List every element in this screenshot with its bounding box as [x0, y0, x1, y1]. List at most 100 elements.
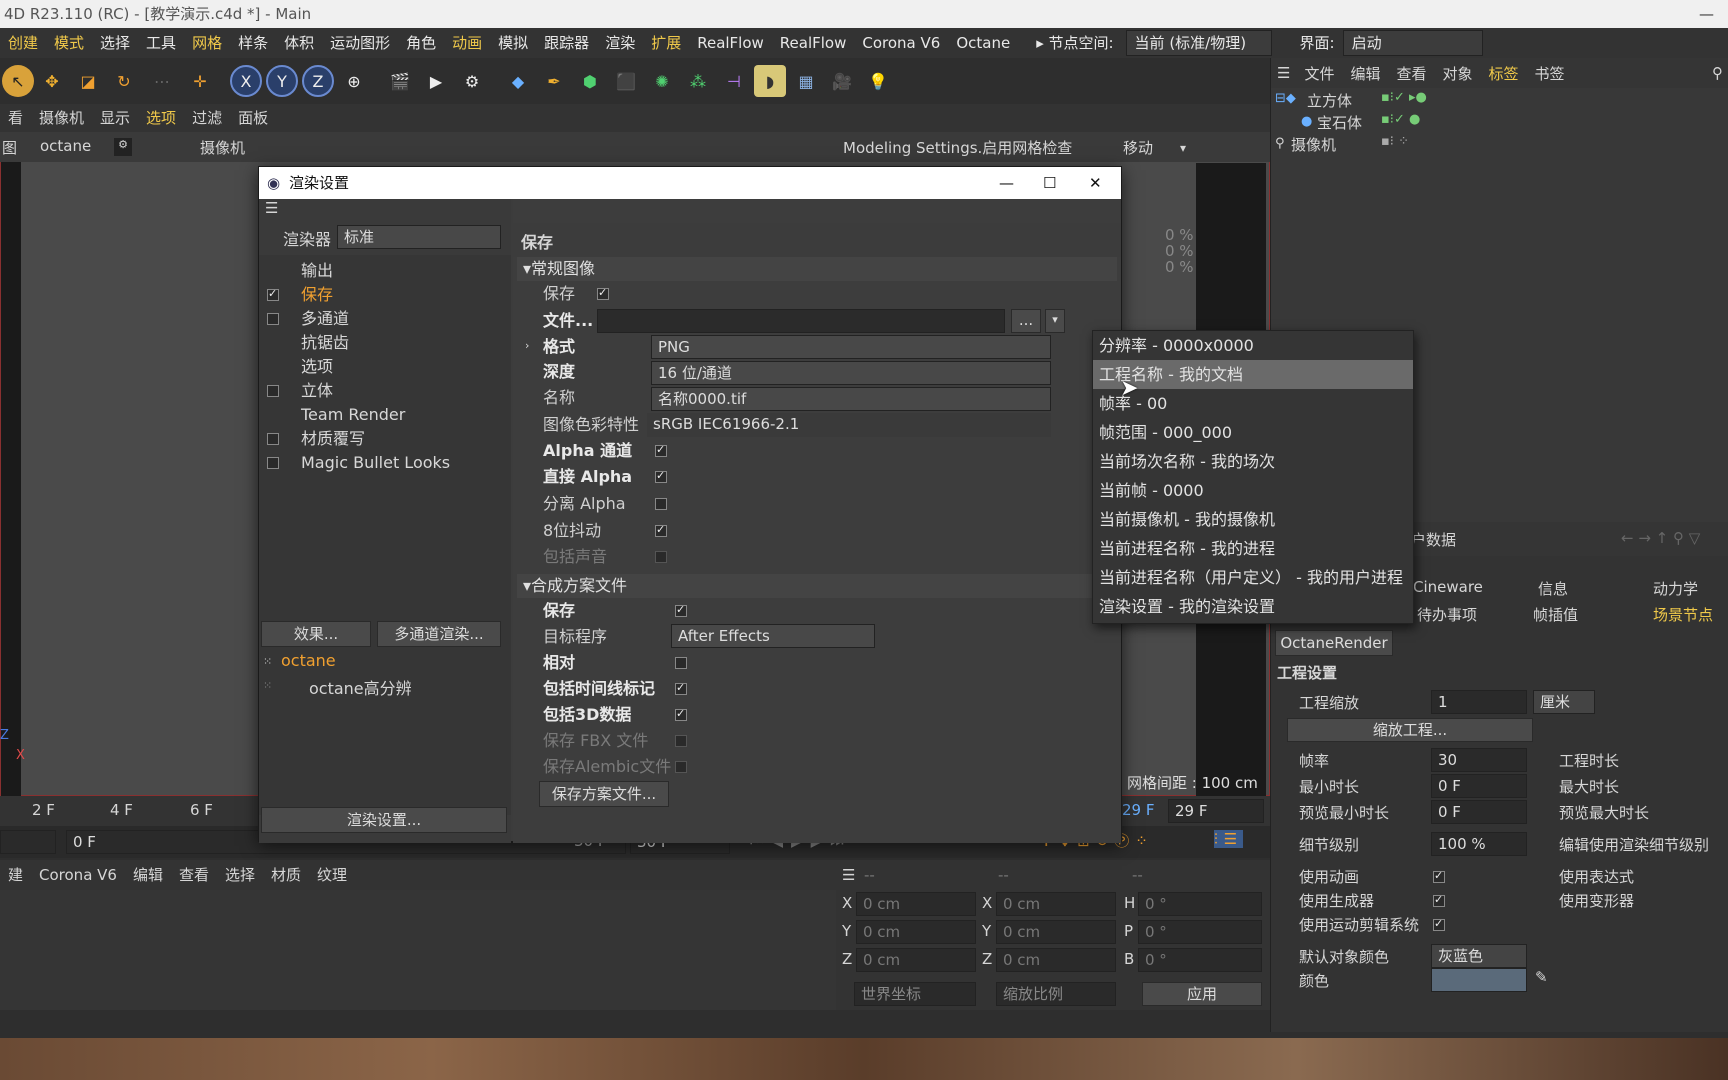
eyedropper-icon[interactable]: ✎ — [1535, 968, 1548, 986]
menu-octane[interactable]: Octane — [948, 28, 1018, 58]
token-current-camera[interactable]: 当前摄像机 - 我的摄像机 — [1093, 505, 1413, 534]
include-sound-checkbox[interactable] — [655, 551, 667, 563]
menu-realflow-1[interactable]: RealFlow — [689, 28, 772, 58]
token-take-name[interactable]: 当前场次名称 - 我的场次 — [1093, 447, 1413, 476]
dialog-close-icon[interactable]: ✕ — [1089, 167, 1102, 199]
z-axis-lock-icon[interactable]: Z — [302, 65, 334, 97]
file-tokens-dropdown[interactable]: ▾ — [1045, 309, 1065, 333]
token-resolution[interactable]: 分辨率 - 0000x0000 — [1093, 331, 1413, 360]
color-profile-value[interactable]: sRGB IEC61966-2.1 — [647, 413, 1051, 437]
octane-gear-icon[interactable]: ⚙ — [114, 138, 132, 156]
menu-spline[interactable]: 样条 — [230, 28, 276, 58]
save-fbx-checkbox[interactable] — [675, 735, 687, 747]
browse-button[interactable]: ... — [1011, 309, 1041, 333]
visibility-tags-icon[interactable]: ▪⁝✓ ▸● — [1381, 90, 1427, 105]
tree-save[interactable]: 保存 — [301, 283, 333, 307]
menu-select[interactable]: 选择 — [92, 28, 138, 58]
tree-output[interactable]: 输出 — [301, 259, 333, 283]
token-frame-range[interactable]: 帧范围 - 000_000 — [1093, 418, 1413, 447]
add-tool-icon[interactable]: ✛ — [184, 65, 216, 97]
om-menu-object[interactable]: 对象 — [1435, 63, 1481, 84]
mat-menu-view[interactable]: 查看 — [171, 860, 217, 890]
om-menu-bookmarks[interactable]: 书签 — [1527, 63, 1573, 84]
vp-camera-label[interactable]: 摄像机 — [200, 137, 245, 158]
octane-render-tab[interactable]: OctaneRender — [1275, 630, 1393, 656]
magic-bullet-checkbox[interactable] — [267, 457, 279, 469]
include-3d-checkbox[interactable] — [675, 707, 687, 721]
menu-realflow-2[interactable]: RealFlow — [772, 28, 855, 58]
tab-dynamics[interactable]: 动力学 — [1653, 578, 1698, 599]
token-user-process-name[interactable]: 当前进程名称（用户定义） - 我的用户进程 — [1093, 563, 1413, 592]
visibility-tags-icon[interactable]: ▪⁝✓ ● — [1381, 112, 1420, 127]
default-color-select[interactable]: 灰蓝色 — [1431, 944, 1527, 968]
separate-alpha-checkbox[interactable] — [655, 498, 667, 510]
vp-menu-filter[interactable]: 过滤 — [184, 104, 230, 132]
menu-corona[interactable]: Corona V6 — [854, 28, 948, 58]
project-scale-field[interactable]: 1 — [1431, 690, 1527, 714]
mat-menu-texture[interactable]: 纹理 — [309, 860, 355, 890]
camera-object-icon[interactable]: 🎥 — [826, 65, 858, 97]
cube-object-icon[interactable]: ◆ — [502, 65, 534, 97]
menu-extensions[interactable]: 扩展 — [643, 28, 689, 58]
array-icon[interactable]: ⁂ — [682, 65, 714, 97]
coord-menu-icon[interactable]: ☰ — [842, 866, 855, 884]
mat-menu-corona[interactable]: Corona V6 — [31, 860, 125, 890]
pos-x-field[interactable]: 0 cm — [856, 892, 976, 916]
recent-tool-icon[interactable]: ⋯ — [146, 65, 178, 97]
tree-multipass[interactable]: 多通道 — [301, 307, 349, 331]
save-comp-file-button[interactable]: 保存方案文件... — [539, 781, 669, 807]
object-cube[interactable]: 立方体 — [1307, 90, 1352, 111]
tree-magic-bullet[interactable]: Magic Bullet Looks — [301, 451, 450, 475]
token-render-settings[interactable]: 渲染设置 - 我的渲染设置 — [1093, 592, 1413, 621]
scale-project-button[interactable]: 缩放工程... — [1287, 718, 1533, 742]
rotate-tool-icon[interactable]: ↻ — [108, 65, 140, 97]
project-unit-select[interactable]: 厘米 — [1533, 690, 1595, 714]
deformer-icon[interactable]: ⊣ — [718, 65, 750, 97]
comp-save-checkbox[interactable] — [675, 603, 687, 617]
om-menu-tags[interactable]: 标签 — [1481, 63, 1527, 84]
timeline-toggle-icon[interactable]: ⫶☰ — [1214, 830, 1244, 848]
om-menu-icon[interactable]: ☰ — [1271, 64, 1296, 82]
mat-menu-create[interactable]: 建 — [0, 860, 31, 890]
rot-p-field[interactable]: 0 ° — [1138, 920, 1262, 944]
token-project-name[interactable]: 工程名称 - 我的文档 — [1093, 360, 1413, 389]
renderer-select[interactable]: 标准 — [337, 225, 501, 249]
subdivision-icon[interactable]: ⬢ — [574, 65, 606, 97]
use-animation-checkbox[interactable] — [1433, 869, 1445, 883]
om-menu-edit[interactable]: 编辑 — [1342, 63, 1388, 84]
extrude-icon[interactable]: ⬛ — [610, 65, 642, 97]
menu-render[interactable]: 渲染 — [597, 28, 643, 58]
apply-button[interactable]: 应用 — [1142, 982, 1262, 1006]
use-generators-checkbox[interactable] — [1433, 893, 1445, 907]
multipass-enable-checkbox[interactable] — [267, 313, 279, 325]
size-z-field[interactable]: 0 cm — [996, 948, 1116, 972]
file-label[interactable]: 文件... — [543, 308, 593, 334]
chevron-down-icon[interactable]: ▾ — [1180, 141, 1186, 155]
menu-animate[interactable]: 动画 — [444, 28, 490, 58]
plane-grid-icon[interactable]: ▦ — [790, 65, 822, 97]
regular-image-section[interactable]: ▾常规图像 — [517, 257, 1117, 281]
preset-octane[interactable]: octane — [281, 651, 336, 670]
size-y-field[interactable]: 0 cm — [996, 920, 1116, 944]
fps-field[interactable]: 30 — [1431, 748, 1527, 772]
token-process-name[interactable]: 当前进程名称 - 我的进程 — [1093, 534, 1413, 563]
menu-create[interactable]: 创建 — [0, 28, 46, 58]
save-enable-checkbox[interactable] — [267, 287, 279, 301]
vp-octane-label[interactable]: octane — [40, 137, 91, 155]
effects-button[interactable]: 效果... — [261, 621, 371, 647]
alpha-channel-checkbox[interactable] — [655, 443, 667, 457]
format-select[interactable]: PNG — [651, 335, 1051, 359]
menu-character[interactable]: 角色 — [398, 28, 444, 58]
world-coord-select[interactable]: 世界坐标 — [854, 982, 976, 1006]
cloner-icon[interactable]: ✺ — [646, 65, 678, 97]
dialog-maximize-icon[interactable]: ☐ — [1043, 167, 1056, 199]
mat-menu-edit[interactable]: 编辑 — [125, 860, 171, 890]
rot-h-field[interactable]: 0 ° — [1138, 892, 1262, 916]
menu-volume[interactable]: 体积 — [276, 28, 322, 58]
name-select[interactable]: 名称0000.tif — [651, 387, 1051, 411]
scale-tool-icon[interactable]: ◪ — [72, 65, 104, 97]
tree-options[interactable]: 选项 — [301, 355, 333, 379]
multipass-render-button[interactable]: 多通道渲染... — [377, 621, 501, 647]
menu-simulate[interactable]: 模拟 — [490, 28, 536, 58]
render-picture-viewer-icon[interactable]: ▶ — [420, 65, 452, 97]
